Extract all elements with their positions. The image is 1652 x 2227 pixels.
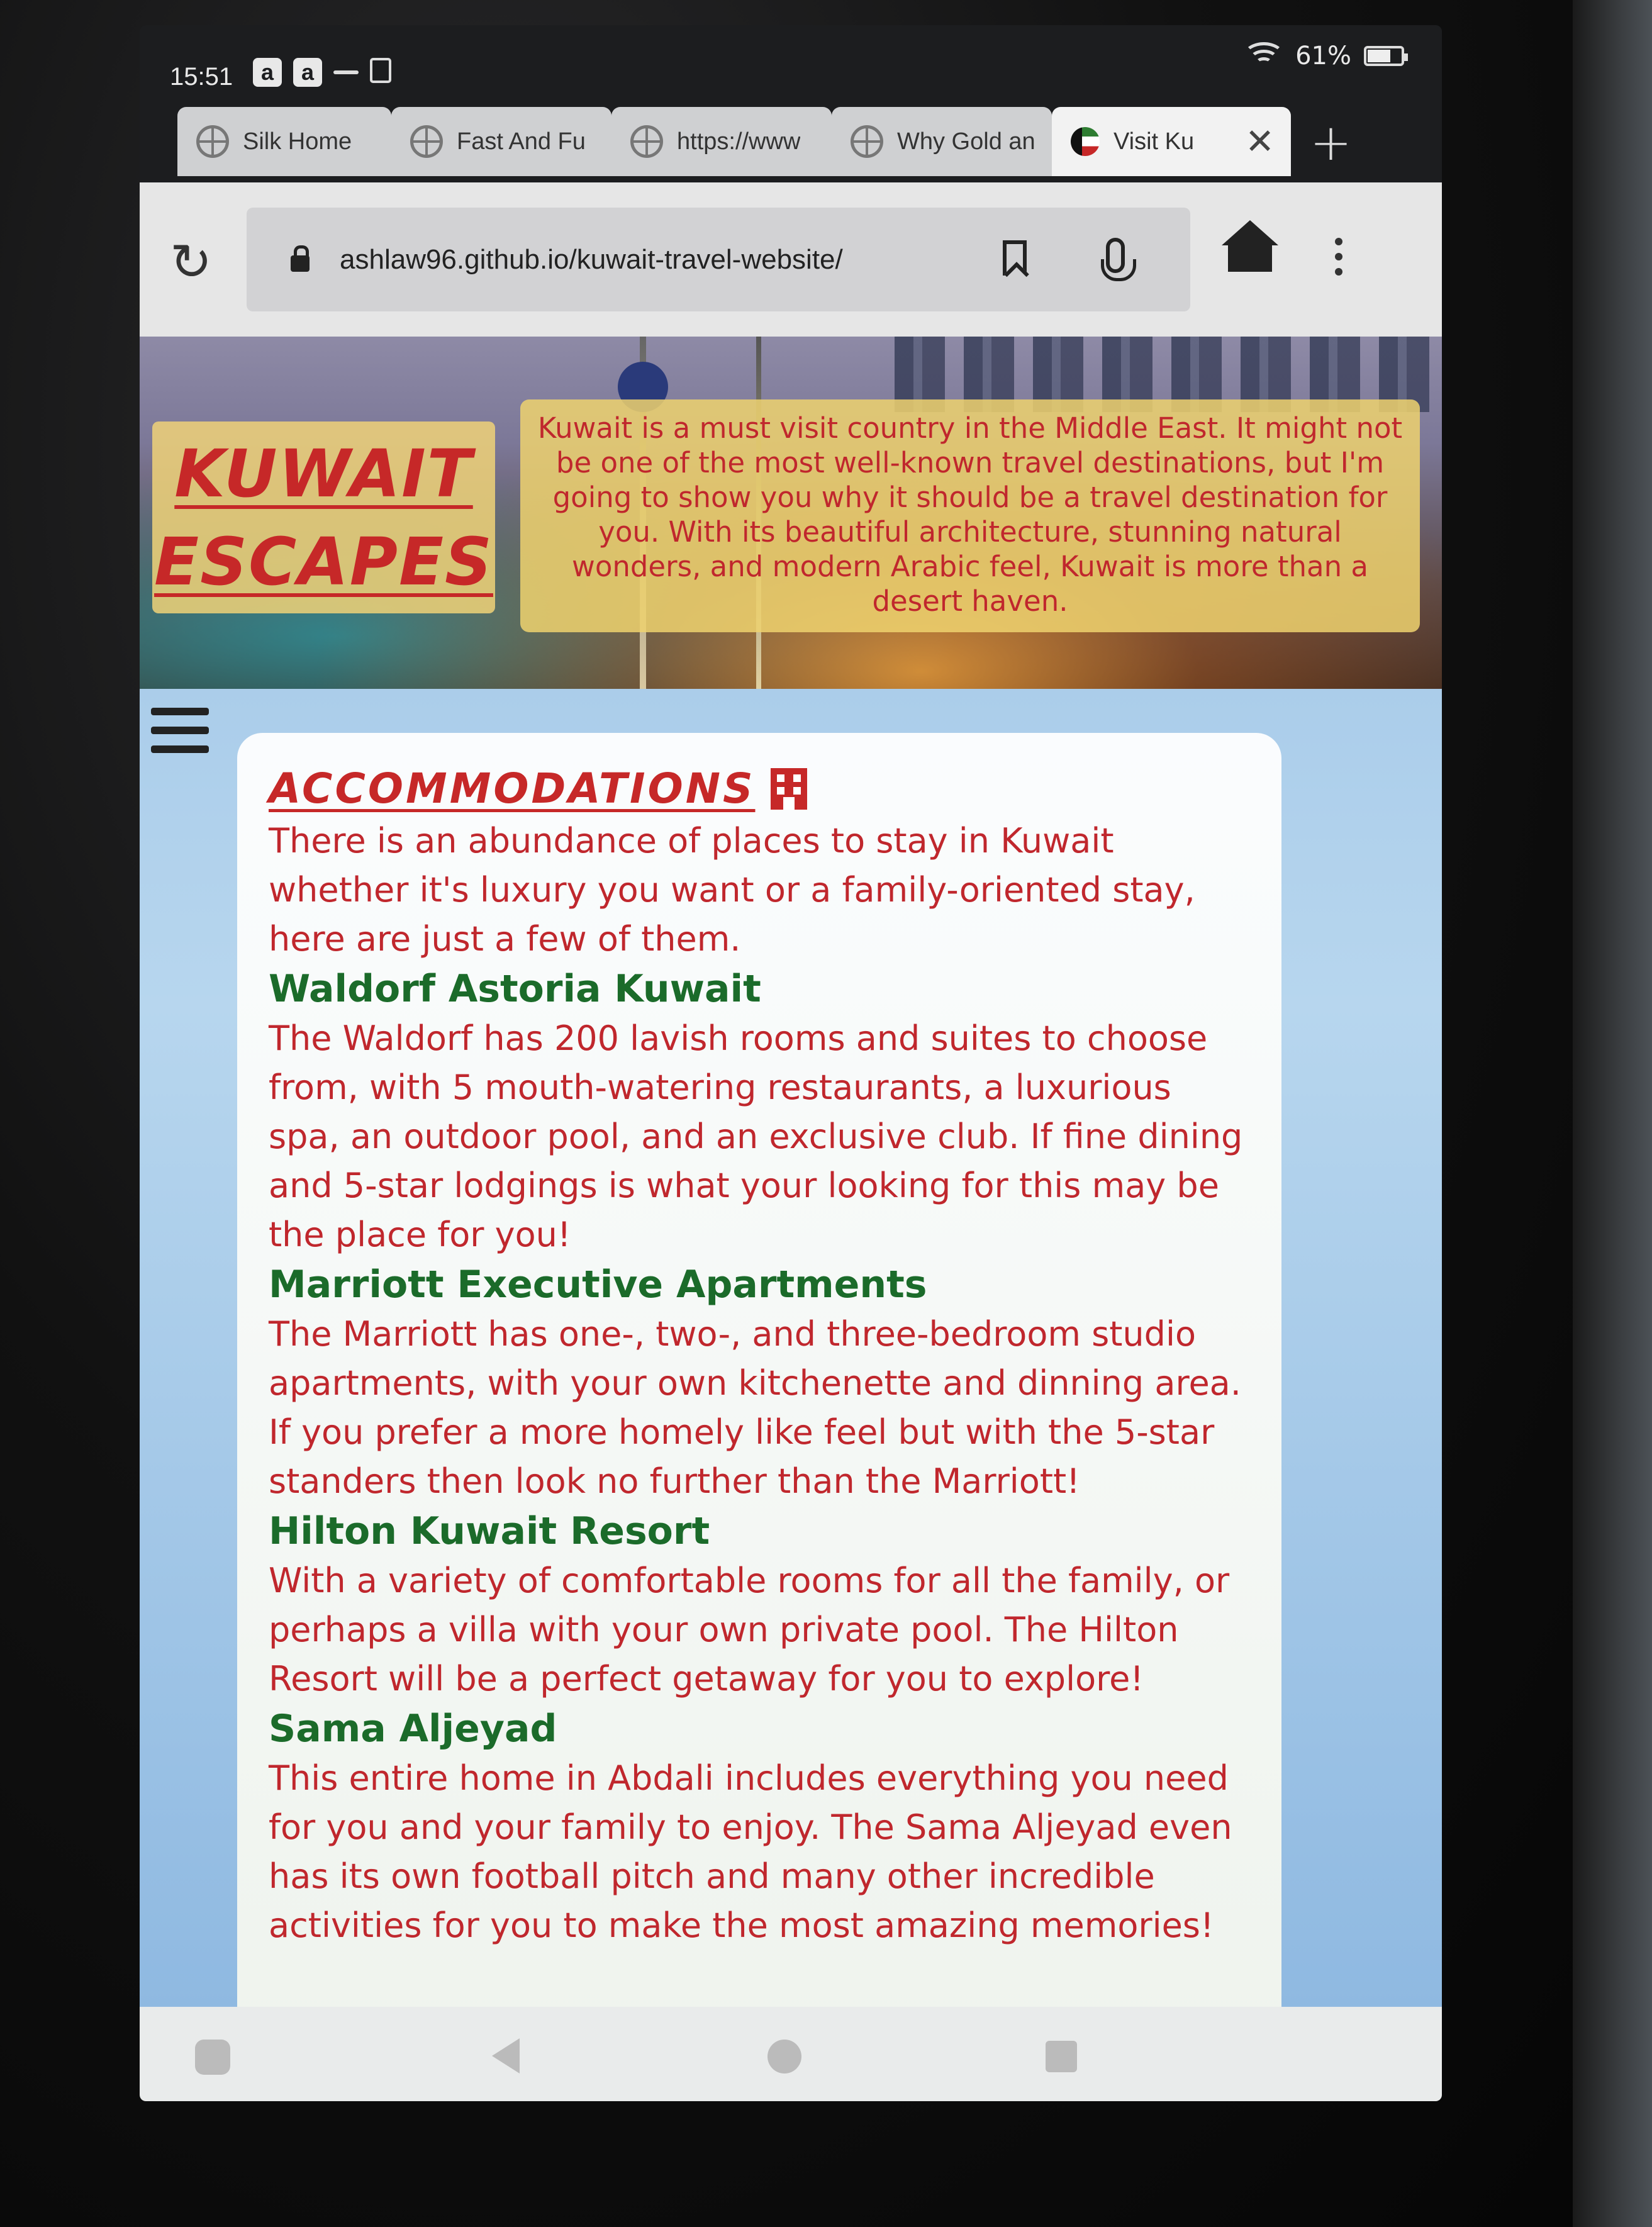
- tab-why-gold[interactable]: Why Gold an: [832, 107, 1052, 176]
- status-right: 61%: [1243, 42, 1408, 70]
- close-tab-icon[interactable]: ✕: [1245, 121, 1275, 162]
- hotel-description: With a variety of comfortable rooms for …: [269, 1561, 1230, 1699]
- amazon-notification-icon: a: [253, 58, 282, 87]
- tab-title: Visit Ku: [1113, 128, 1195, 155]
- hotel-description: This entire home in Abdali includes ever…: [269, 1758, 1232, 1945]
- logo-line-escapes: ESCAPES: [154, 523, 493, 600]
- system-nav-bar: [140, 2007, 1442, 2101]
- download-notification-icon: [370, 58, 391, 83]
- globe-icon: [851, 125, 883, 158]
- hamburger-menu-icon[interactable]: [151, 708, 209, 715]
- tab-strip: Silk Home Fast And Fu https://www Why Go…: [140, 88, 1442, 182]
- app-shortcut-icon[interactable]: [195, 2040, 230, 2075]
- smile-notification-icon: [333, 70, 359, 74]
- globe-icon: [410, 125, 443, 158]
- reload-icon[interactable]: ↻: [170, 233, 212, 291]
- wifi-icon: [1243, 42, 1285, 70]
- tab-visit-kuwait[interactable]: Visit Ku ✕: [1052, 107, 1291, 176]
- hotel-description: The Waldorf has 200 lavish rooms and sui…: [269, 1019, 1243, 1254]
- tab-title: Why Gold an: [897, 128, 1035, 155]
- hotel-name: Hilton Kuwait Resort: [269, 1509, 710, 1553]
- tab-title: https://www: [677, 128, 801, 155]
- amazon-notification-icon: a: [293, 58, 322, 87]
- bookmark-icon[interactable]: [1003, 240, 1027, 276]
- hotel-name: Sama Aljeyad: [269, 1707, 557, 1751]
- home-circle-icon[interactable]: [767, 2040, 801, 2074]
- notification-icons: a a: [253, 58, 391, 87]
- hotel-description: The Marriott has one-, two-, and three-b…: [269, 1314, 1241, 1501]
- section-heading: ACCOMMODATIONS: [269, 764, 1250, 813]
- home-icon[interactable]: [1222, 220, 1278, 272]
- tablet-screen: 15:51 a a 61% Silk Home Fast And Fu http…: [140, 25, 1442, 2101]
- device-edge: [1573, 0, 1652, 2227]
- globe-icon: [630, 125, 663, 158]
- kuwait-flag-icon: [1071, 127, 1100, 156]
- recent-apps-icon[interactable]: [1046, 2041, 1077, 2072]
- hotel-name: Waldorf Astoria Kuwait: [269, 967, 761, 1011]
- hotel-name: Marriott Executive Apartments: [269, 1263, 927, 1307]
- tab-https[interactable]: https://www: [611, 107, 832, 176]
- hotel-icon: [770, 767, 807, 810]
- more-options-icon[interactable]: [1335, 238, 1342, 245]
- status-time: 15:51: [170, 63, 233, 91]
- site-intro: Kuwait is a must visit country in the Mi…: [520, 399, 1420, 632]
- tab-fast-and-fu[interactable]: Fast And Fu: [391, 107, 611, 176]
- tab-silk-home[interactable]: Silk Home: [177, 107, 391, 176]
- logo-line-kuwait: KUWAIT: [174, 435, 473, 512]
- microphone-icon[interactable]: [1101, 238, 1136, 281]
- battery-percent: 61%: [1295, 42, 1351, 70]
- tab-title: Silk Home: [243, 128, 352, 155]
- new-tab-button[interactable]: +: [1310, 113, 1352, 172]
- section-title: ACCOMMODATIONS: [269, 764, 756, 813]
- tab-title: Fast And Fu: [457, 128, 586, 155]
- lock-icon: [291, 245, 310, 272]
- site-logo[interactable]: KUWAIT ESCAPES: [152, 421, 495, 613]
- hero-banner: KUWAIT ESCAPES Kuwait is a must visit co…: [140, 337, 1442, 689]
- back-icon[interactable]: [492, 2038, 520, 2074]
- browser-toolbar: ↻ ashlaw96.github.io/kuwait-travel-websi…: [140, 182, 1442, 337]
- accommodations-card: ACCOMMODATIONS There is an abundance of …: [237, 733, 1281, 2007]
- web-page: KUWAIT ESCAPES Kuwait is a must visit co…: [140, 337, 1442, 2007]
- section-intro: There is an abundance of places to stay …: [269, 821, 1195, 959]
- url-text: ashlaw96.github.io/kuwait-travel-website…: [340, 243, 843, 275]
- battery-icon: [1364, 46, 1408, 66]
- globe-icon: [196, 125, 229, 158]
- status-bar: 15:51 a a 61%: [140, 25, 1442, 91]
- address-bar[interactable]: ashlaw96.github.io/kuwait-travel-website…: [247, 208, 1190, 311]
